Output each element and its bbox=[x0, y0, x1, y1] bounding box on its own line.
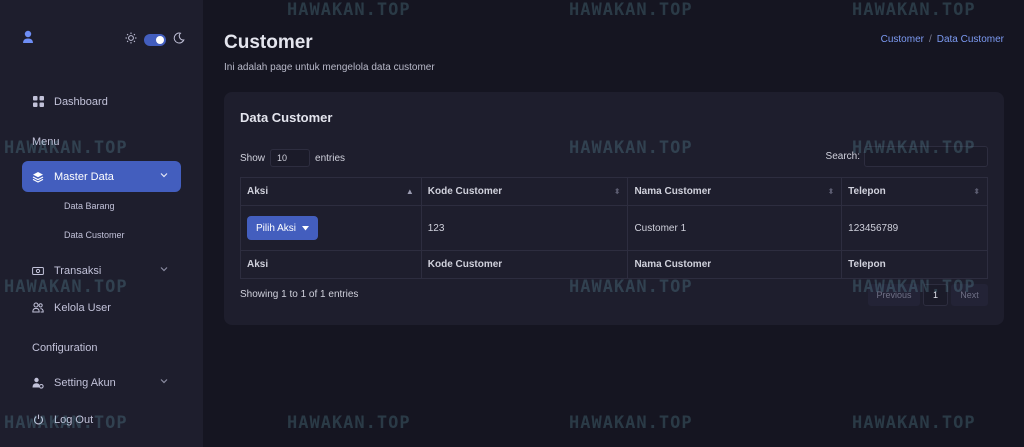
table-footer-row: Aksi Kode Customer Nama Customer Telepon bbox=[240, 250, 988, 279]
entries-label: entries bbox=[315, 152, 346, 164]
column-footer-kode-customer: Kode Customer bbox=[420, 250, 629, 279]
theme-toggle[interactable] bbox=[144, 33, 166, 46]
page-subtitle: Ini adalah page untuk mengelola data cus… bbox=[224, 62, 435, 73]
sidebar-item-label: Setting Akun bbox=[54, 376, 116, 389]
sun-icon bbox=[125, 32, 137, 47]
section-title-configuration: Configuration bbox=[32, 342, 98, 354]
sidebar: Dashboard Menu Master Data Data Barang D… bbox=[0, 0, 203, 447]
sidebar-item-label: Dashboard bbox=[54, 95, 108, 108]
sidebar-item-label: Transaksi bbox=[54, 264, 102, 277]
table-row: Pilih Aksi 123 Customer 1 123456789 bbox=[240, 205, 988, 251]
watermark-text: HAWAKAN.TOP bbox=[4, 413, 128, 433]
layers-icon bbox=[32, 171, 44, 183]
show-label: Show bbox=[240, 152, 266, 164]
column-footer-aksi: Aksi bbox=[240, 250, 422, 279]
chevron-down-icon bbox=[159, 264, 169, 277]
watermark-text: HAWAKAN.TOP bbox=[852, 413, 976, 433]
sort-icon: ⬍ bbox=[827, 187, 835, 196]
watermark-text: HAWAKAN.TOP bbox=[287, 0, 411, 20]
watermark-text: HAWAKAN.TOP bbox=[569, 0, 693, 20]
column-footer-telepon: Telepon bbox=[841, 250, 988, 279]
sort-icon: ⬍ bbox=[613, 187, 621, 196]
cell-aksi: Pilih Aksi bbox=[240, 205, 422, 251]
user-icon[interactable] bbox=[22, 30, 34, 47]
sidebar-item-label: Kelola User bbox=[54, 301, 111, 314]
sidebar-item-dashboard[interactable]: Dashboard bbox=[22, 86, 181, 117]
cell-telepon: 123456789 bbox=[841, 205, 988, 251]
sidebar-header bbox=[22, 28, 185, 52]
watermark-text: HAWAKAN.TOP bbox=[852, 277, 976, 297]
watermark-text: HAWAKAN.TOP bbox=[4, 277, 128, 297]
watermark-text: HAWAKAN.TOP bbox=[4, 138, 128, 158]
cell-nama-customer: Customer 1 bbox=[627, 205, 843, 251]
sort-asc-icon: ▲ bbox=[405, 187, 414, 196]
watermark-text: HAWAKAN.TOP bbox=[852, 138, 976, 158]
cell-kode-customer: 123 bbox=[420, 205, 629, 251]
column-header-nama-customer[interactable]: Nama Customer ⬍ bbox=[627, 177, 843, 206]
sidebar-subitem-data-barang[interactable]: Data Barang bbox=[64, 201, 115, 211]
breadcrumb-link-data-customer[interactable]: Data Customer bbox=[937, 34, 1004, 45]
column-header-aksi[interactable]: Aksi ▲ bbox=[240, 177, 422, 206]
card-title: Data Customer bbox=[240, 110, 333, 125]
page-title: Customer bbox=[224, 32, 313, 53]
entries-select[interactable]: 10 bbox=[270, 149, 311, 167]
moon-icon bbox=[173, 32, 185, 47]
caret-down-icon bbox=[302, 223, 310, 234]
column-header-telepon[interactable]: Telepon ⬍ bbox=[841, 177, 988, 206]
table-header-row: Aksi ▲ Kode Customer ⬍ Nama Customer ⬍ Tele… bbox=[240, 177, 988, 206]
chevron-down-icon bbox=[159, 170, 169, 183]
watermark-text: HAWAKAN.TOP bbox=[569, 413, 693, 433]
users-icon bbox=[32, 302, 44, 314]
watermark-text: HAWAKAN.TOP bbox=[569, 138, 693, 158]
watermark-text: HAWAKAN.TOP bbox=[852, 0, 976, 20]
breadcrumb-link-customer[interactable]: Customer bbox=[881, 34, 924, 45]
breadcrumb-separator: / bbox=[928, 34, 932, 45]
sort-icon: ⬍ bbox=[973, 187, 980, 196]
table-info: Showing 1 to 1 of 1 entries bbox=[240, 289, 359, 300]
breadcrumb: Customer / Data Customer bbox=[881, 34, 1004, 45]
entries-length-control: Show 10 entries bbox=[240, 149, 345, 167]
chevron-down-icon bbox=[159, 376, 169, 389]
cash-icon bbox=[32, 265, 44, 277]
sidebar-item-label: Master Data bbox=[54, 170, 114, 183]
watermark-text: HAWAKAN.TOP bbox=[287, 413, 411, 433]
grid-icon bbox=[32, 96, 44, 108]
watermark-text: HAWAKAN.TOP bbox=[569, 277, 693, 297]
theme-switcher bbox=[125, 32, 185, 47]
sidebar-item-master-data[interactable]: Master Data bbox=[22, 161, 181, 192]
user-gear-icon bbox=[32, 377, 44, 389]
customer-table: Aksi ▲ Kode Customer ⬍ Nama Customer ⬍ Tele… bbox=[240, 177, 988, 279]
pilih-aksi-button[interactable]: Pilih Aksi bbox=[247, 216, 319, 240]
sidebar-subitem-data-customer[interactable]: Data Customer bbox=[64, 230, 125, 240]
column-header-kode-customer[interactable]: Kode Customer ⬍ bbox=[420, 177, 629, 206]
sidebar-item-setting-akun[interactable]: Setting Akun bbox=[22, 367, 181, 398]
column-footer-nama-customer: Nama Customer bbox=[627, 250, 843, 279]
